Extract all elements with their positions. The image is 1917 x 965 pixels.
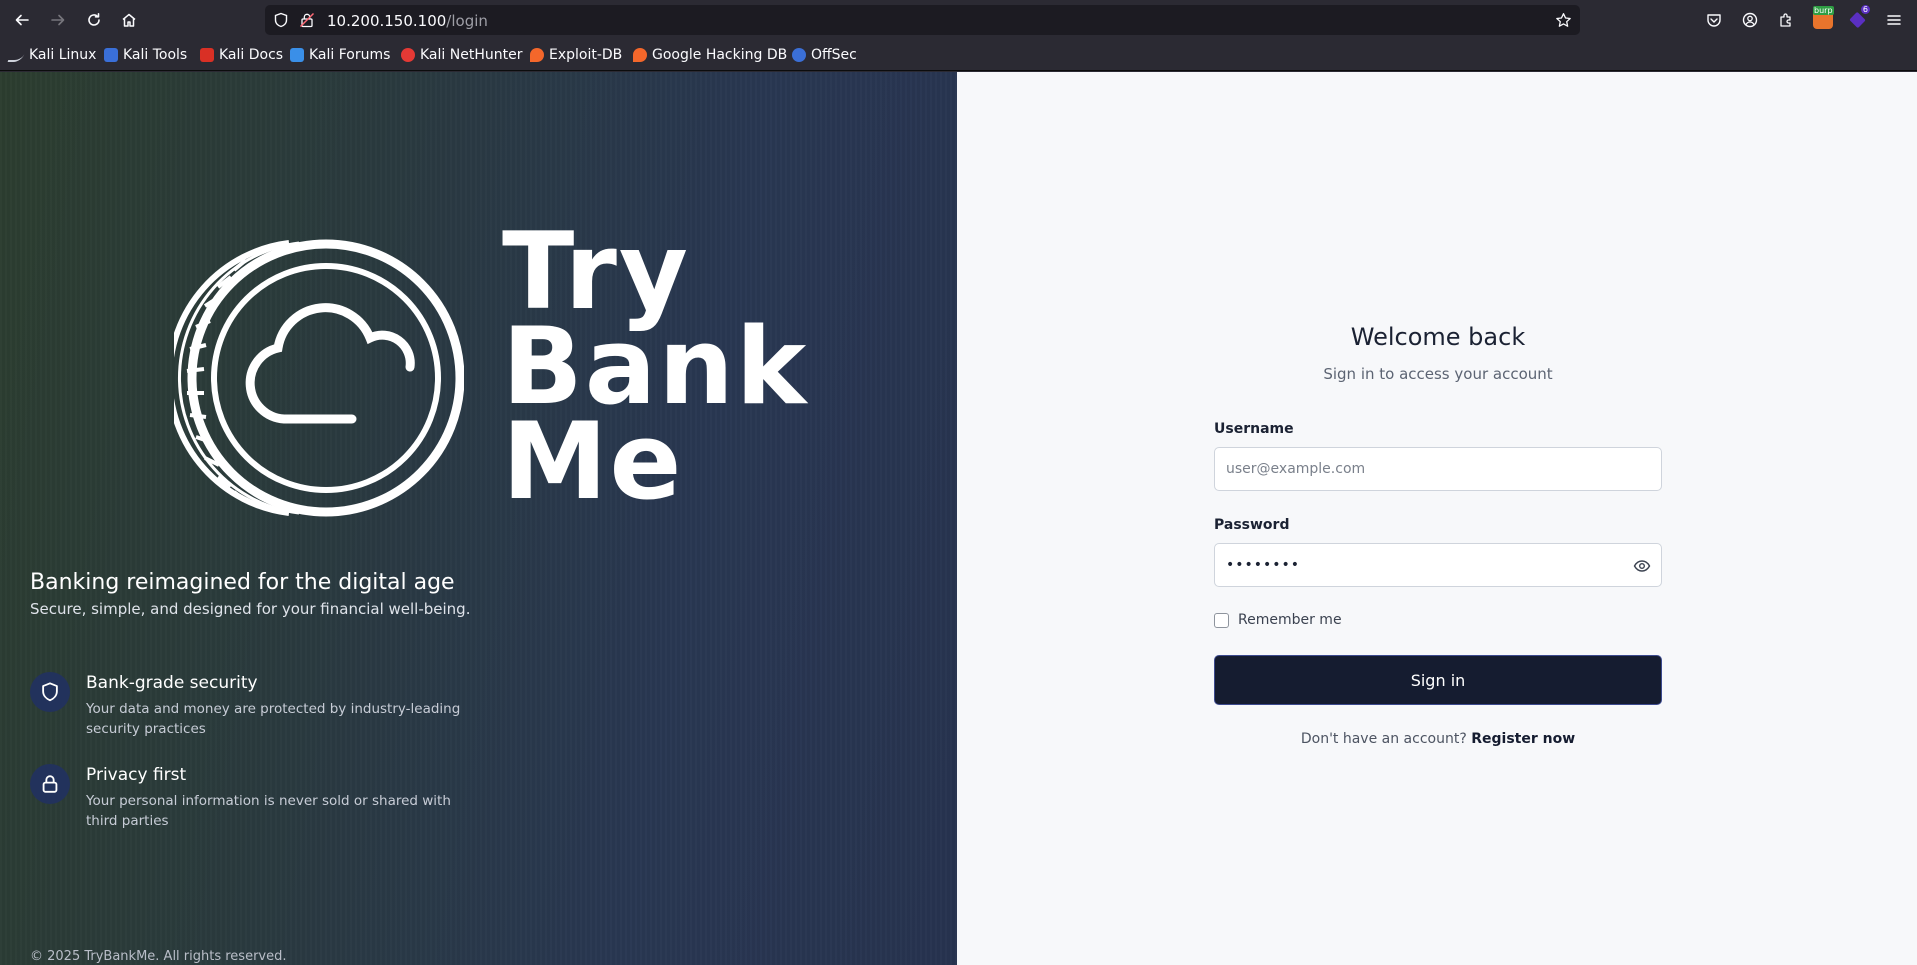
bookmark-offsec[interactable]: OffSec	[792, 45, 857, 65]
extension-badge: 6	[1860, 5, 1870, 14]
kali-docs-icon	[200, 48, 214, 62]
url-path: /login	[446, 12, 488, 30]
feature-icon-badge	[30, 672, 70, 712]
lock-icon	[42, 775, 58, 793]
username-field[interactable]: user@example.com	[1214, 447, 1662, 491]
insecure-lock-icon[interactable]	[299, 12, 315, 28]
url-text[interactable]: 10.200.150.100/login	[327, 12, 488, 30]
feature-security: Bank-grade security Your data and money …	[30, 672, 466, 739]
trybankme-wordmark: Try Bank Me	[502, 219, 808, 523]
tagline-subtitle: Secure, simple, and designed for your fi…	[30, 600, 471, 618]
bookmark-label: Google Hacking DB	[652, 47, 788, 63]
bookmark-label: Kali Tools	[123, 47, 188, 63]
feature-icon-badge	[30, 764, 70, 804]
puzzle-icon	[1780, 13, 1791, 27]
bookmark-label: Kali Forums	[309, 47, 391, 63]
sign-in-button[interactable]: Sign in	[1214, 655, 1662, 705]
arrow-right-icon	[51, 14, 65, 26]
hamburger-menu-icon	[1887, 15, 1901, 25]
purple-extension[interactable]: 6	[1848, 5, 1870, 29]
remember-checkbox[interactable]	[1214, 612, 1229, 628]
username-label: Username	[1214, 421, 1294, 437]
home-icon	[122, 13, 136, 27]
tagline-title: Banking reimagined for the digital age	[30, 570, 455, 595]
address-bar[interactable]: 10.200.150.100/login	[265, 5, 1580, 35]
page-subtitle: Sign in to access your account	[1323, 365, 1553, 383]
login-panel: Welcome back Sign in to access your acco…	[957, 72, 1917, 965]
url-host: 10.200.150.100	[327, 12, 447, 30]
bookmarks-toolbar: Kali Linux Kali Tools Kali Docs Kali For…	[0, 40, 1917, 71]
page-title: Welcome back	[1350, 323, 1526, 351]
username-placeholder: user@example.com	[1226, 461, 1366, 477]
bookmark-exploit-db[interactable]: Exploit-DB	[530, 45, 622, 65]
account-button[interactable]	[1740, 10, 1760, 30]
feature-description: Your data and money are protected by ind…	[86, 701, 461, 737]
remember-me[interactable]: Remember me	[1214, 612, 1342, 628]
extensions-button[interactable]	[1776, 10, 1796, 30]
kali-tools-icon	[104, 48, 118, 62]
feature-description: Your personal information is never sold …	[86, 793, 451, 829]
password-value: ••••••••	[1226, 557, 1301, 573]
register-text: Don't have an account?	[1300, 731, 1467, 747]
ghdb-icon	[633, 48, 647, 62]
eye-icon[interactable]	[1633, 557, 1651, 575]
extension-icon: 6	[1848, 5, 1870, 29]
bookmark-google-hacking-db[interactable]: Google Hacking DB	[633, 45, 787, 65]
bookmark-kali-tools[interactable]: Kali Tools	[104, 45, 187, 65]
coin-cloud-logo-icon	[174, 239, 464, 517]
bookmark-star-icon[interactable]	[1555, 12, 1572, 29]
bookmark-label: OffSec	[811, 47, 857, 63]
bookmark-label: Kali Docs	[219, 47, 284, 63]
offsec-icon	[792, 48, 806, 62]
bookmark-kali-linux[interactable]: Kali Linux	[7, 45, 97, 65]
burp-label: burp	[1813, 6, 1834, 15]
feature-title: Privacy first	[86, 765, 187, 785]
feature-privacy: Privacy first Your personal information …	[30, 764, 466, 831]
pocket-icon	[1707, 14, 1721, 27]
register-prompt: Don't have an account? Register now	[1214, 731, 1662, 747]
shield-tracking-icon[interactable]	[273, 12, 289, 28]
burp-icon: burp	[1813, 6, 1834, 29]
remember-label: Remember me	[1238, 612, 1342, 628]
home-button[interactable]	[117, 8, 141, 32]
forward-button[interactable]	[46, 8, 70, 32]
bookmark-kali-docs[interactable]: Kali Docs	[200, 45, 283, 65]
page: Try Bank Me Banking reimagined for the d…	[0, 72, 1917, 965]
password-field[interactable]: ••••••••	[1214, 543, 1662, 587]
register-link[interactable]: Register now	[1471, 731, 1575, 747]
arrow-left-icon	[15, 14, 29, 26]
menu-button[interactable]	[1884, 10, 1904, 30]
kali-forums-icon	[290, 48, 304, 62]
kali-nethunter-icon	[401, 48, 415, 62]
shield-icon	[42, 682, 58, 702]
feature-title: Bank-grade security	[86, 673, 258, 693]
bookmark-label: Kali Linux	[29, 47, 97, 63]
bookmark-kali-nethunter[interactable]: Kali NetHunter	[401, 45, 522, 65]
bookmark-label: Exploit-DB	[549, 47, 623, 63]
bookmark-label: Kali NetHunter	[420, 47, 523, 63]
reload-button[interactable]	[82, 8, 106, 32]
wordmark-line: Me	[502, 400, 684, 523]
browser-toolbar: 10.200.150.100/login burp 6	[0, 0, 1917, 40]
bookmark-kali-forums[interactable]: Kali Forums	[290, 45, 390, 65]
exploit-db-icon	[530, 48, 544, 62]
pocket-button[interactable]	[1704, 10, 1724, 30]
burp-extension[interactable]: burp	[1812, 6, 1834, 30]
hero-panel: Try Bank Me Banking reimagined for the d…	[0, 72, 957, 965]
kali-dragon-icon	[7, 48, 27, 62]
tagline: Banking reimagined for the digital age S…	[30, 570, 470, 618]
account-icon	[1742, 12, 1758, 28]
password-label: Password	[1214, 517, 1290, 533]
copyright-text: © 2025 TryBankMe. All rights reserved.	[30, 949, 287, 964]
back-button[interactable]	[10, 8, 34, 32]
reload-icon	[88, 13, 100, 26]
